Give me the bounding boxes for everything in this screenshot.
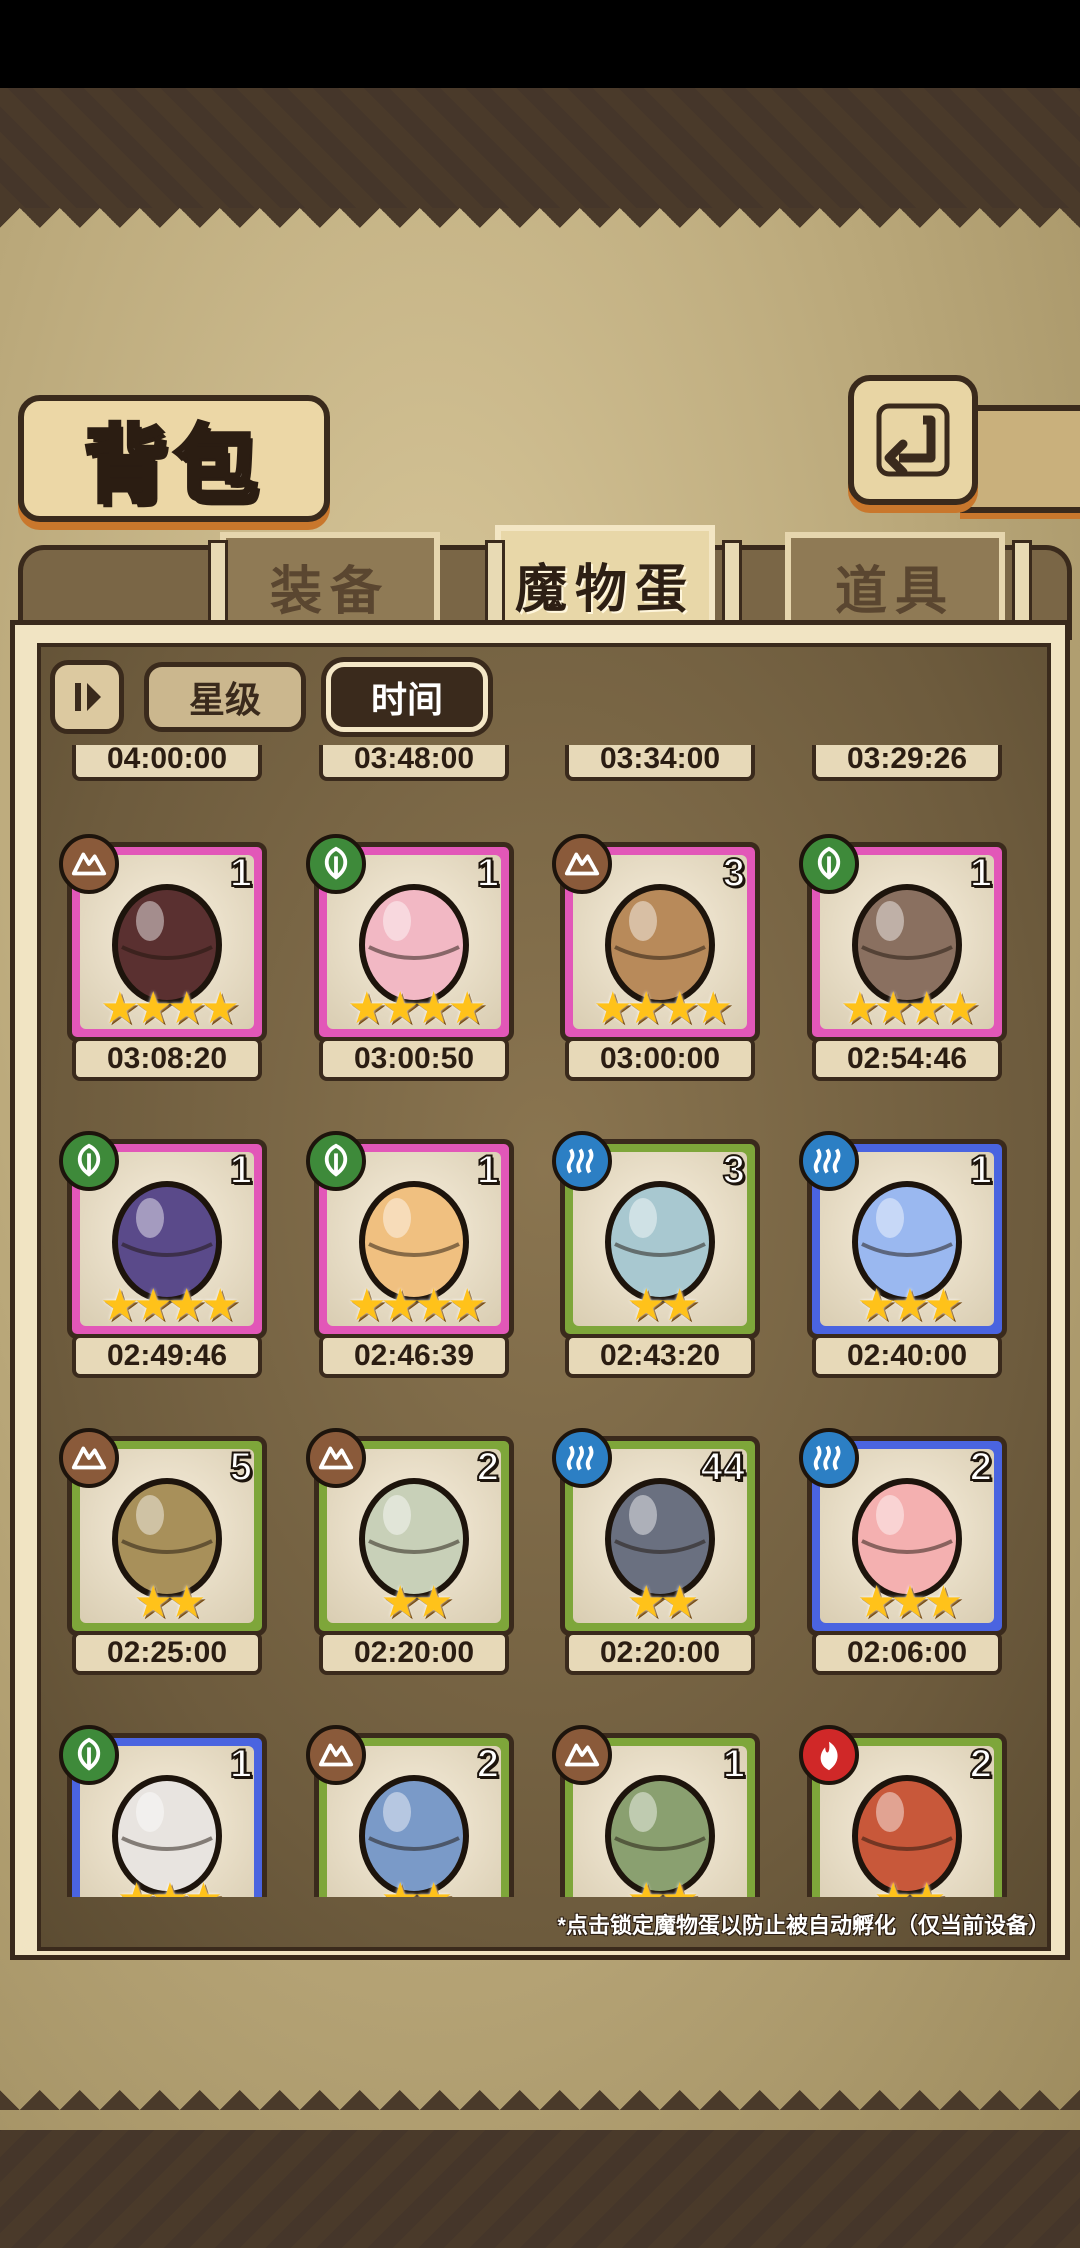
sort-direction-icon bbox=[75, 683, 101, 711]
egg-count: 2 bbox=[969, 1444, 993, 1490]
egg-count: 3 bbox=[722, 850, 746, 896]
map-border-bottom bbox=[0, 2130, 1080, 2248]
egg-count: 44 bbox=[700, 1444, 746, 1490]
hatch-timer: 02:49:46 bbox=[72, 1334, 262, 1378]
star-rating: ★★ bbox=[812, 1878, 1002, 1898]
star-rating: ★★★★ bbox=[347, 983, 487, 1034]
hatch-timer: 02:06:00 bbox=[812, 1631, 1002, 1675]
flame-icon bbox=[799, 1725, 859, 1785]
page-title: 背包 bbox=[82, 413, 264, 516]
hatch-timer: 02:25:00 bbox=[72, 1631, 262, 1675]
star-rating: ★★★ bbox=[856, 1577, 963, 1628]
hatch-timer: 02:40:00 bbox=[812, 1334, 1002, 1378]
star-rating: ★★★ bbox=[856, 1280, 963, 1331]
star-rating: ★★★★ bbox=[840, 983, 980, 1034]
egg-count: 1 bbox=[229, 1741, 253, 1787]
hatch-timer: 03:00:00 bbox=[565, 1037, 755, 1081]
star-rating: ★★★★ bbox=[593, 983, 733, 1034]
sort-direction-toggle[interactable] bbox=[50, 660, 124, 734]
egg-grid: 04:00:00 03:48:00 03:34:00 03:29:26 1 ★★★★ 03:… bbox=[32, 745, 1042, 1897]
tab-divider bbox=[722, 540, 742, 626]
star-rating: ★★ bbox=[565, 1878, 755, 1898]
title-plate: 背包 bbox=[18, 395, 330, 522]
egg-count: 1 bbox=[229, 1147, 253, 1193]
star-rating: ★★★★ bbox=[100, 1280, 240, 1331]
egg-count: 1 bbox=[476, 1147, 500, 1193]
water-icon bbox=[799, 1428, 859, 1488]
water-icon bbox=[552, 1131, 612, 1191]
leaf-icon bbox=[799, 834, 859, 894]
mountain-icon bbox=[59, 834, 119, 894]
mountain-icon bbox=[306, 1428, 366, 1488]
back-button[interactable] bbox=[848, 375, 978, 505]
hatch-timer: 03:34:00 bbox=[565, 745, 755, 781]
hatch-timer: 04:00:00 bbox=[72, 745, 262, 781]
egg-count: 2 bbox=[476, 1444, 500, 1490]
zigzag-edge-bottom bbox=[0, 2090, 1080, 2130]
egg-count: 2 bbox=[476, 1741, 500, 1787]
star-rating: ★★ bbox=[380, 1577, 454, 1628]
hatch-timer: 03:08:20 bbox=[72, 1037, 262, 1081]
leaf-icon bbox=[306, 1131, 366, 1191]
sort-bar: 星级 时间 bbox=[50, 660, 489, 734]
return-arrow-icon bbox=[876, 403, 950, 477]
mountain-icon bbox=[59, 1428, 119, 1488]
tab-monster-eggs-label: 魔物蛋 bbox=[514, 558, 695, 620]
tab-divider bbox=[1012, 540, 1032, 626]
back-button-rail bbox=[960, 405, 1080, 513]
hatch-timer: 03:29:26 bbox=[812, 745, 1002, 781]
status-bar bbox=[0, 0, 1080, 88]
egg-count: 2 bbox=[969, 1741, 993, 1787]
star-rating: ★★★ bbox=[72, 1878, 262, 1898]
hatch-timer: 02:54:46 bbox=[812, 1037, 1002, 1081]
tab-divider bbox=[208, 540, 228, 626]
water-icon bbox=[799, 1131, 859, 1191]
egg-count: 1 bbox=[722, 1741, 746, 1787]
tab-equipment[interactable]: 装备 bbox=[220, 532, 440, 634]
egg-count: 1 bbox=[476, 850, 500, 896]
tab-items[interactable]: 道具 bbox=[785, 532, 1005, 634]
tab-equipment-label: 装备 bbox=[269, 560, 390, 622]
tab-items-label: 道具 bbox=[834, 560, 955, 622]
zigzag-edge-top bbox=[0, 208, 1080, 248]
star-rating: ★★★★ bbox=[100, 983, 240, 1034]
hatch-timer: 03:00:50 bbox=[319, 1037, 509, 1081]
tab-divider bbox=[485, 540, 505, 626]
map-border-top bbox=[0, 88, 1080, 208]
star-rating: ★★ bbox=[319, 1878, 509, 1898]
egg-count: 5 bbox=[229, 1444, 253, 1490]
leaf-icon bbox=[59, 1131, 119, 1191]
egg-count: 1 bbox=[229, 850, 253, 896]
auto-hatch-lock-hint: *点击锁定魔物蛋以防止被自动孵化（仅当前设备） bbox=[557, 1913, 1050, 1938]
mountain-icon bbox=[552, 834, 612, 894]
egg-count: 1 bbox=[969, 850, 993, 896]
leaf-icon bbox=[306, 834, 366, 894]
hatch-timer: 02:20:00 bbox=[565, 1631, 755, 1675]
water-icon bbox=[552, 1428, 612, 1488]
hatch-timer: 02:46:39 bbox=[319, 1334, 509, 1378]
egg-count: 3 bbox=[722, 1147, 746, 1193]
sort-by-star-button[interactable]: 星级 bbox=[144, 662, 307, 732]
hatch-timer: 02:43:20 bbox=[565, 1334, 755, 1378]
star-rating: ★★ bbox=[133, 1577, 207, 1628]
mountain-icon bbox=[306, 1725, 366, 1785]
leaf-icon bbox=[59, 1725, 119, 1785]
hatch-timer: 03:48:00 bbox=[319, 745, 509, 781]
mountain-icon bbox=[552, 1725, 612, 1785]
sort-by-time-button[interactable]: 时间 bbox=[326, 662, 489, 732]
star-rating: ★★ bbox=[626, 1577, 700, 1628]
egg-count: 1 bbox=[969, 1147, 993, 1193]
hatch-timer: 02:20:00 bbox=[319, 1631, 509, 1675]
star-rating: ★★ bbox=[626, 1280, 700, 1331]
star-rating: ★★★★ bbox=[347, 1280, 487, 1331]
